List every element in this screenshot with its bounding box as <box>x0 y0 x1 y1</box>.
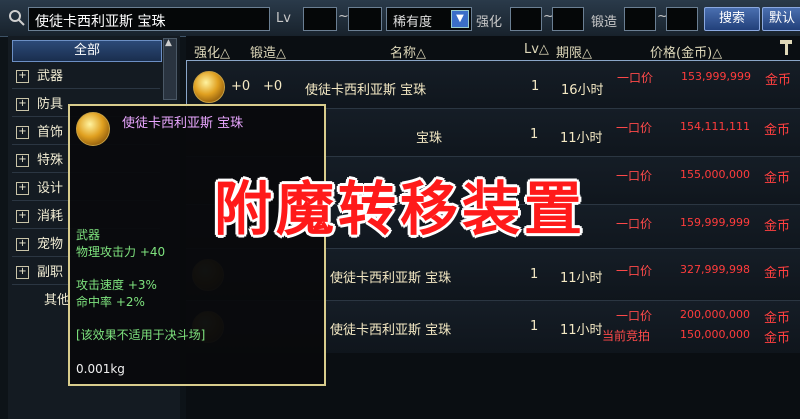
row-coin: 金币 <box>764 266 791 281</box>
category-label: 首饰 <box>37 125 64 140</box>
row-price: 153,999,999 <box>681 70 751 83</box>
row-coin: 金币 <box>765 73 792 88</box>
default-button[interactable]: 默认 <box>762 7 800 31</box>
category-weapon[interactable]: + 武器 <box>12 66 160 89</box>
category-all-label: 全部 <box>73 43 100 58</box>
tooltip-stat-speed: 攻击速度 +3% <box>76 278 157 292</box>
category-all[interactable]: 全部 <box>12 40 162 62</box>
expand-icon: + <box>16 70 29 83</box>
forge-max-input[interactable] <box>666 7 698 31</box>
row-bid-coin: 金币 <box>764 331 791 346</box>
row-period: 11小时 <box>560 131 603 146</box>
row-price-type: 一口价 <box>616 309 653 323</box>
orb-icon <box>76 112 110 146</box>
tooltip-weight: 0.001kg <box>76 362 125 376</box>
row-bid-type: 当前竞拍 <box>602 329 651 343</box>
tooltip-note: [该效果不适用于决斗场] <box>76 328 206 342</box>
header-forge[interactable]: 锻造△ <box>250 42 286 61</box>
row-price-type: 一口价 <box>616 121 653 135</box>
row-name: 使徒卡西利亚斯 宝珠 <box>330 323 452 338</box>
row-name: 使徒卡西利亚斯 宝珠 <box>330 271 452 286</box>
row-price-type: 一口价 <box>617 71 654 85</box>
header-lv[interactable]: Lv△ <box>524 42 549 57</box>
expand-icon: + <box>16 126 29 139</box>
row-period: 16小时 <box>561 83 604 98</box>
enhance-min-input[interactable] <box>510 7 542 31</box>
search-input-text: 使徒卡西利亚斯 宝珠 <box>35 14 166 30</box>
row-lv: 1 <box>530 267 539 282</box>
forge-label: 锻造 <box>591 15 618 30</box>
row-lv: 1 <box>531 79 540 94</box>
search-icon[interactable] <box>8 9 26 27</box>
tooltip-item-name: 使徒卡西利亚斯 宝珠 <box>122 116 244 131</box>
hammer-icon <box>778 38 794 60</box>
lv-max-input[interactable] <box>348 7 382 31</box>
row-enhance: +0 <box>231 79 251 94</box>
category-label: 防具 <box>37 97 64 112</box>
search-input[interactable]: 使徒卡西利亚斯 宝珠 <box>28 7 270 31</box>
row-price: 154,111,111 <box>680 120 750 133</box>
row-coin: 金币 <box>764 123 791 138</box>
orb-icon <box>193 71 225 103</box>
category-label: 其他 <box>44 293 71 308</box>
lv-label: Lv <box>276 11 291 26</box>
row-period: 11小时 <box>560 271 603 286</box>
header-name[interactable]: 名称△ <box>390 42 426 61</box>
rarity-value: 稀有度 <box>393 15 433 30</box>
overlay-title: 附魔转移装置 <box>213 175 586 243</box>
header-period[interactable]: 期限△ <box>556 42 592 61</box>
chevron-down-icon[interactable]: ▼ <box>451 10 469 28</box>
header-enhance[interactable]: 强化△ <box>194 42 230 61</box>
expand-icon: + <box>16 98 29 111</box>
enhance-label: 强化 <box>476 15 503 30</box>
row-lv: 1 <box>530 319 539 334</box>
tooltip-stat-hit: 命中率 +2% <box>76 295 145 309</box>
row-price-type: 一口价 <box>616 264 653 278</box>
lv-min-input[interactable] <box>303 7 337 31</box>
row-price: 200,000,000 <box>680 308 750 321</box>
search-button[interactable]: 搜索 <box>704 7 760 31</box>
row-name: 使徒卡西利亚斯 宝珠 <box>305 83 427 98</box>
row-name: 宝珠 <box>416 131 443 146</box>
expand-icon: + <box>16 266 29 279</box>
enhance-max-input[interactable] <box>552 7 584 31</box>
row-forge: +0 <box>263 79 283 94</box>
scroll-up-icon[interactable]: ▲ <box>165 38 172 48</box>
forge-min-input[interactable] <box>624 7 656 31</box>
row-bid-price: 150,000,000 <box>680 328 750 341</box>
row-period: 11小时 <box>560 323 603 338</box>
row-price: 327,999,998 <box>680 263 750 276</box>
category-label: 武器 <box>37 69 64 84</box>
row-coin: 金币 <box>764 311 791 326</box>
header-price[interactable]: 价格(金币)△ <box>650 42 722 61</box>
row-lv: 1 <box>530 127 539 142</box>
category-label: 副职 <box>37 265 64 280</box>
